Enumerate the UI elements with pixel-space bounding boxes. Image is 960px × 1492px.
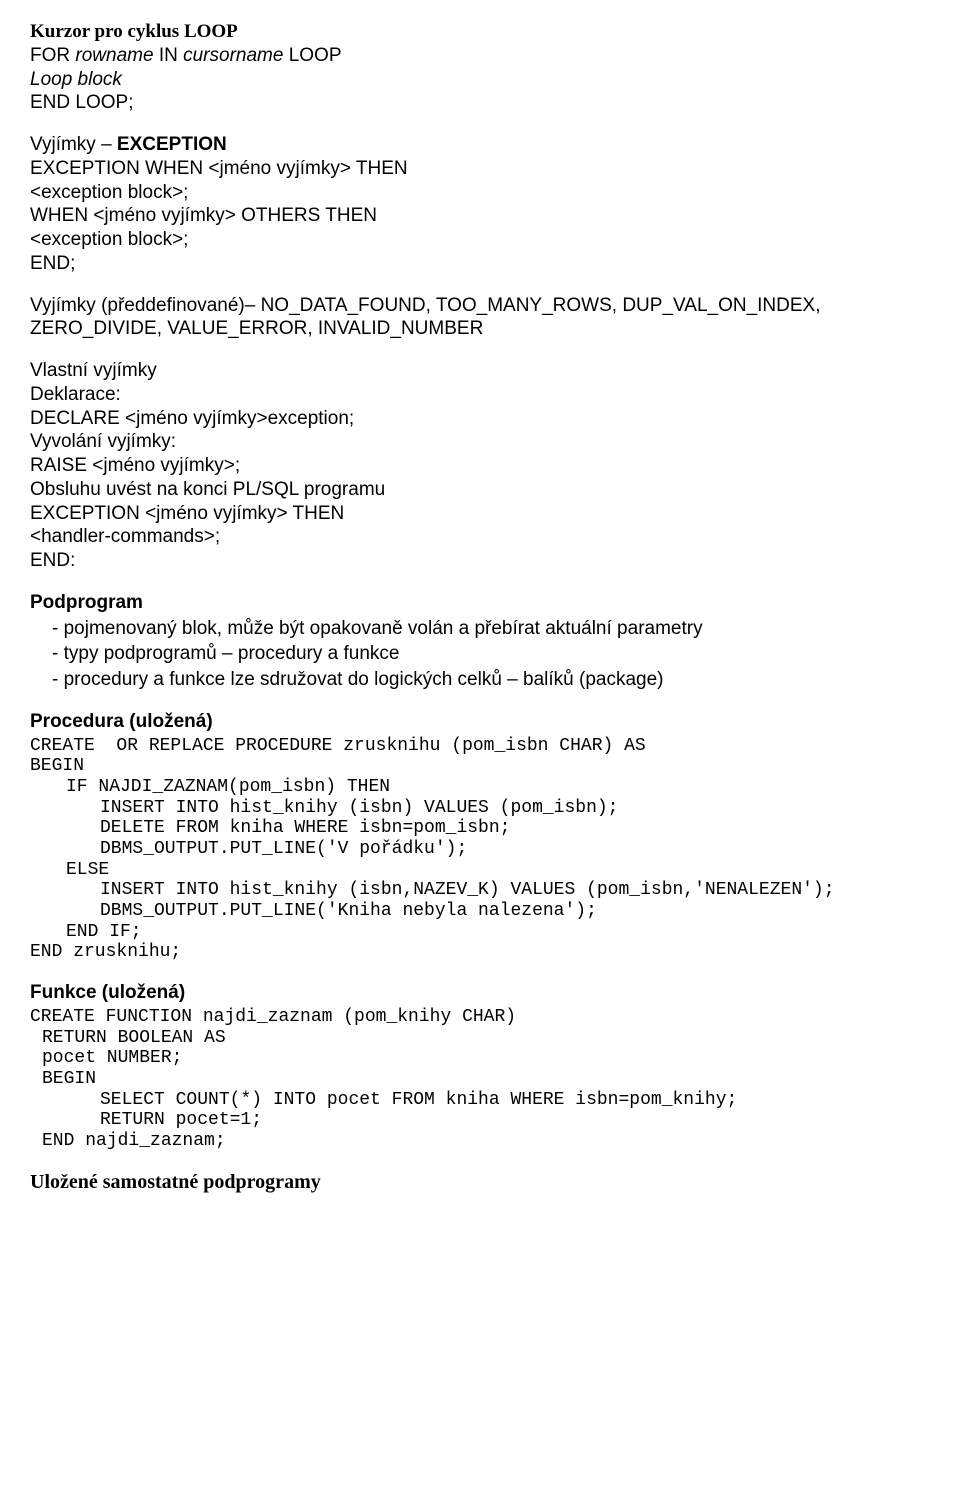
- text: IN: [154, 45, 184, 66]
- code-line: RAISE <jméno vyjímky>;: [30, 454, 930, 478]
- code-line: WHEN <jméno vyjímky> OTHERS THEN: [30, 204, 930, 228]
- code-line: END LOOP;: [30, 91, 930, 115]
- code-line: END najdi_zaznam;: [30, 1131, 930, 1152]
- list-item: procedury a funkce lze sdružovat do logi…: [70, 668, 930, 692]
- code-block: CREATE OR REPLACE PROCEDURE zrusknihu (p…: [30, 736, 930, 964]
- section-vlastni: Vlastní vyjímky Deklarace: DECLARE <jmén…: [30, 359, 930, 573]
- code-line: DELETE FROM kniha WHERE isbn=pom_isbn;: [30, 818, 930, 839]
- code-line: <handler-commands>;: [30, 525, 930, 549]
- code-line: INSERT INTO hist_knihy (isbn) VALUES (po…: [30, 798, 930, 819]
- text-bold: EXCEPTION: [117, 134, 227, 155]
- code-line: CREATE OR REPLACE PROCEDURE zrusknihu (p…: [30, 736, 930, 757]
- code-line: DECLARE <jméno vyjímky>exception;: [30, 407, 930, 431]
- heading-procedura: Procedura (uložená): [30, 710, 930, 734]
- code-line: EXCEPTION WHEN <jméno vyjímky> THEN: [30, 157, 930, 181]
- heading-ulozene: Uložené samostatné podprogramy: [30, 1170, 930, 1195]
- heading-funkce: Funkce (uložená): [30, 981, 930, 1005]
- code-line: FOR rowname IN cursorname LOOP: [30, 44, 930, 68]
- code-line: Vyvolání vyjímky:: [30, 430, 930, 454]
- code-line: SELECT COUNT(*) INTO pocet FROM kniha WH…: [30, 1090, 930, 1111]
- section-procedura: Procedura (uložená) CREATE OR REPLACE PR…: [30, 710, 930, 963]
- code-line: <exception block>;: [30, 181, 930, 205]
- list-item: pojmenovaný blok, může být opakovaně vol…: [70, 617, 930, 641]
- text: Vyjímky –: [30, 134, 117, 155]
- code-line: Obsluhu uvést na konci PL/SQL programu: [30, 478, 930, 502]
- code-line: Deklarace:: [30, 383, 930, 407]
- code-line: END;: [30, 252, 930, 276]
- text: FOR: [30, 45, 75, 66]
- section-podprogram: Podprogram pojmenovaný blok, může být op…: [30, 591, 930, 692]
- code-line: CREATE FUNCTION najdi_zaznam (pom_knihy …: [30, 1007, 930, 1028]
- podprogram-list: pojmenovaný blok, může být opakovaně vol…: [70, 617, 930, 692]
- code-line: DBMS_OUTPUT.PUT_LINE('Kniha nebyla nalez…: [30, 901, 930, 922]
- section-exception: Vyjímky – EXCEPTION EXCEPTION WHEN <jmén…: [30, 133, 930, 276]
- section-funkce: Funkce (uložená) CREATE FUNCTION najdi_z…: [30, 981, 930, 1152]
- code-line: BEGIN: [30, 756, 930, 777]
- code-line: DBMS_OUTPUT.PUT_LINE('V pořádku');: [30, 839, 930, 860]
- text-italic: cursorname: [183, 45, 283, 66]
- code-line: Vlastní vyjímky: [30, 359, 930, 383]
- code-line: INSERT INTO hist_knihy (isbn,NAZEV_K) VA…: [30, 880, 930, 901]
- code-line: BEGIN: [30, 1069, 930, 1090]
- code-line: ELSE: [30, 860, 930, 881]
- code-line: END IF;: [30, 922, 930, 943]
- code-line: END:: [30, 549, 930, 573]
- code-line: RETURN BOOLEAN AS: [30, 1028, 930, 1049]
- code-block: CREATE FUNCTION najdi_zaznam (pom_knihy …: [30, 1007, 930, 1152]
- heading-kurzor: Kurzor pro cyklus LOOP: [30, 20, 930, 44]
- text: LOOP: [283, 45, 341, 66]
- code-line: EXCEPTION <jméno vyjímky> THEN: [30, 502, 930, 526]
- list-item: typy podprogramů – procedury a funkce: [70, 642, 930, 666]
- code-line: IF NAJDI_ZAZNAM(pom_isbn) THEN: [30, 777, 930, 798]
- heading-podprogram: Podprogram: [30, 591, 930, 615]
- text: Vyjímky (předdefinované)– NO_DATA_FOUND,…: [30, 295, 821, 340]
- text-italic: rowname: [75, 45, 153, 66]
- code-line: pocet NUMBER;: [30, 1048, 930, 1069]
- code-line: RETURN pocet=1;: [30, 1110, 930, 1131]
- code-line: <exception block>;: [30, 228, 930, 252]
- section-kurzor: Kurzor pro cyklus LOOP FOR rowname IN cu…: [30, 20, 930, 115]
- code-line: Vyjímky – EXCEPTION: [30, 133, 930, 157]
- code-line: END zrusknihu;: [30, 942, 930, 963]
- section-predef: Vyjímky (předdefinované)– NO_DATA_FOUND,…: [30, 294, 930, 342]
- code-line: Loop block: [30, 68, 930, 92]
